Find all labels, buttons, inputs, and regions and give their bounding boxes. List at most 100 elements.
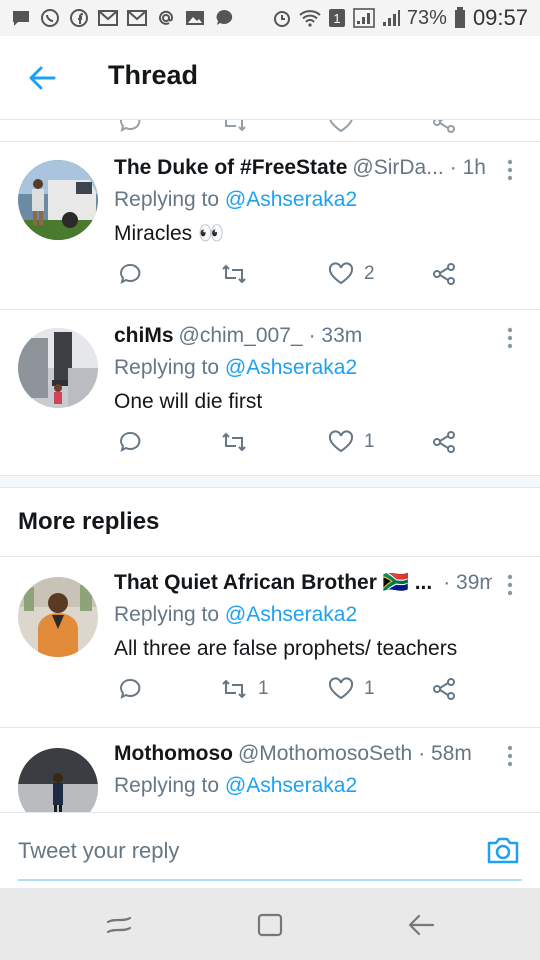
- retweet-icon: [222, 679, 246, 699]
- author-name[interactable]: Mothomoso: [114, 742, 233, 766]
- retweet-count: 1: [258, 678, 269, 699]
- replying-to: Replying to @Ashseraka2: [114, 188, 357, 212]
- gmail-icon-2: [126, 8, 148, 28]
- reply-input[interactable]: [18, 835, 458, 867]
- back-icon: [408, 914, 435, 936]
- sim-badge: 1: [328, 8, 346, 28]
- reply-button[interactable]: [118, 430, 152, 454]
- tweet-item[interactable]: That Quiet African Brother 🇿🇦 ... · 39m …: [0, 557, 540, 728]
- system-indicators: 1 73% 09:57: [272, 5, 528, 31]
- retweet-icon: [222, 264, 246, 284]
- more-vertical-icon: [507, 159, 513, 181]
- app-header: Thread: [0, 36, 540, 120]
- share-icon[interactable]: [432, 120, 456, 134]
- tweet-time: · 1h: [449, 156, 486, 179]
- heart-icon: [328, 262, 354, 285]
- tweet-header: Mothomoso @MothomosoSeth · 58m: [114, 742, 492, 766]
- battery-percent: 73%: [406, 6, 447, 29]
- reply-button[interactable]: [118, 677, 152, 701]
- signal-icon: [353, 8, 375, 28]
- home-icon: [257, 913, 283, 937]
- tweet-actions: 1: [0, 430, 540, 470]
- system-back-button[interactable]: [406, 910, 436, 940]
- avatar[interactable]: [18, 160, 98, 240]
- replying-to: Replying to @Ashseraka2: [114, 356, 357, 380]
- recent-apps-icon: [106, 916, 132, 934]
- recent-apps-button[interactable]: [104, 910, 134, 940]
- clock: 09:57: [472, 5, 528, 30]
- tweet-header: That Quiet African Brother 🇿🇦 ... · 39m: [114, 571, 492, 595]
- more-options-button[interactable]: [500, 158, 520, 182]
- share-icon: [433, 678, 455, 700]
- like-button[interactable]: 2: [328, 262, 375, 286]
- share-button[interactable]: [432, 262, 456, 286]
- retweet-button[interactable]: 1: [220, 677, 269, 701]
- back-button[interactable]: [24, 62, 60, 94]
- author-name[interactable]: The Duke of #FreeState: [114, 156, 347, 180]
- mention-link[interactable]: @Ashseraka2: [225, 188, 357, 211]
- retweet-button[interactable]: [220, 262, 258, 286]
- tweet-header: chiMs @chim_007_ · 33m: [114, 324, 492, 348]
- tweet-text: All three are false prophets/ teachers: [114, 637, 458, 660]
- avatar[interactable]: [18, 328, 98, 408]
- gmail-icon: [97, 8, 119, 28]
- retweet-icon[interactable]: [220, 120, 248, 134]
- page-title: Thread: [108, 60, 199, 90]
- message-notification-icon: [10, 8, 32, 28]
- gallery-icon: [184, 8, 206, 28]
- facebook-icon: [68, 8, 90, 28]
- section-separator: [0, 476, 540, 488]
- reply-button[interactable]: [118, 262, 152, 286]
- tweet-time: · 39m: [443, 571, 492, 594]
- more-options-button[interactable]: [500, 326, 520, 350]
- like-button[interactable]: 1: [328, 677, 375, 701]
- mention-link[interactable]: @Ashseraka2: [225, 603, 357, 626]
- previous-tweet-actions-remnant: [0, 120, 540, 142]
- reply-icon: [120, 431, 141, 452]
- retweet-icon: [222, 432, 246, 452]
- like-button[interactable]: 1: [328, 430, 375, 454]
- more-options-button[interactable]: [500, 744, 520, 768]
- like-count: 1: [364, 431, 375, 452]
- replying-to: Replying to @Ashseraka2: [114, 603, 357, 627]
- like-count: 1: [364, 678, 375, 699]
- like-icon[interactable]: [328, 120, 354, 134]
- signal-bars-icon: [382, 8, 400, 28]
- camera-icon: [487, 837, 519, 864]
- home-button[interactable]: [255, 910, 285, 940]
- whatsapp-icon: [39, 8, 61, 28]
- replying-to-label: Replying to: [114, 774, 220, 797]
- heart-icon: [328, 677, 354, 700]
- retweet-button[interactable]: [220, 430, 258, 454]
- battery-icon: [454, 7, 466, 29]
- reply-icon[interactable]: [118, 120, 142, 134]
- camera-button[interactable]: [486, 833, 520, 867]
- share-button[interactable]: [432, 677, 456, 701]
- mention-link[interactable]: @Ashseraka2: [225, 774, 357, 797]
- avatar[interactable]: [18, 748, 98, 812]
- avatar[interactable]: [18, 577, 98, 657]
- system-nav-bar: [0, 888, 540, 960]
- reply-icon: [120, 678, 141, 699]
- share-button[interactable]: [432, 430, 456, 454]
- arrow-left-icon: [29, 66, 56, 90]
- tweet-item[interactable]: The Duke of #FreeState @SirDa... · 1h Re…: [0, 142, 540, 310]
- tweet-time: · 33m: [308, 324, 363, 347]
- more-replies-heading: More replies: [18, 508, 160, 535]
- alarm-icon: [272, 8, 292, 28]
- tweet-actions: 2: [0, 262, 540, 302]
- tweet-item[interactable]: chiMs @chim_007_ · 33m Replying to @Ashs…: [0, 310, 540, 476]
- reply-icon: [120, 263, 141, 284]
- tweet-item[interactable]: Mothomoso @MothomosoSeth · 58m Replying …: [0, 728, 540, 812]
- author-handle[interactable]: @chim_007_: [179, 324, 303, 348]
- tweet-text: Miracles 👀: [114, 222, 225, 245]
- author-name[interactable]: chiMs: [114, 324, 174, 348]
- author-handle[interactable]: @SirDa...: [352, 156, 443, 180]
- more-options-button[interactable]: [500, 573, 520, 597]
- mention-link[interactable]: @Ashseraka2: [225, 356, 357, 379]
- tweet-header: The Duke of #FreeState @SirDa... · 1h: [114, 156, 492, 180]
- author-name[interactable]: That Quiet African Brother 🇿🇦 ...: [114, 571, 432, 595]
- heart-icon: [328, 430, 354, 453]
- author-handle[interactable]: @MothomosoSeth: [238, 742, 412, 766]
- input-underline: [18, 879, 522, 881]
